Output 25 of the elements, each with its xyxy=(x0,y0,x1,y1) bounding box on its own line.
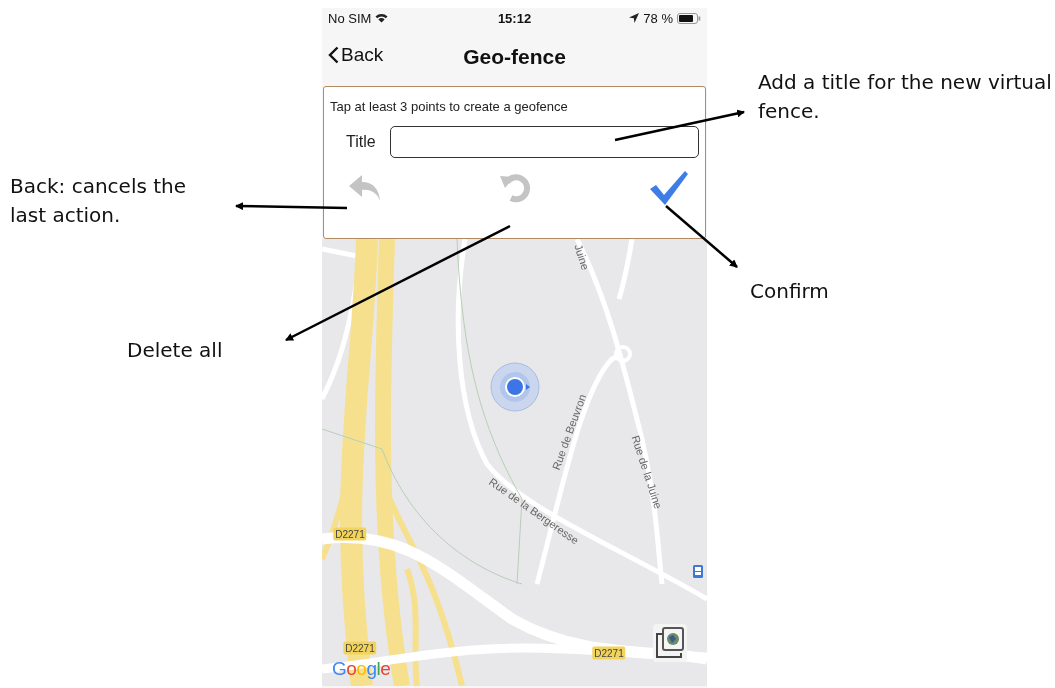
annotation-text: Delete all xyxy=(127,337,223,364)
road-number-label: D2271 xyxy=(592,646,626,660)
annotation-text: Add a title for the new virtual fence. xyxy=(758,69,1053,125)
street-name-label: Juine xyxy=(572,242,592,272)
title-label: Title xyxy=(346,133,376,151)
back-button[interactable]: Back xyxy=(328,44,384,66)
carrier-text: No SIM xyxy=(328,10,372,26)
bus-stop-icon xyxy=(693,565,703,578)
road-number-label: D2271 xyxy=(343,641,377,655)
screen-title: Geo-fence xyxy=(463,45,566,69)
road-number-label: D2271 xyxy=(333,527,367,541)
location-arrow-icon xyxy=(629,13,640,23)
battery-icon xyxy=(677,12,701,24)
clock-text: 15:12 xyxy=(497,10,532,26)
title-input[interactable] xyxy=(389,126,699,158)
annotation-text: Confirm xyxy=(750,278,829,305)
map-layers-button[interactable] xyxy=(653,624,687,662)
annotation-text: Back: cancels the last action. xyxy=(10,173,188,229)
street-name-label: Rue de la Juine xyxy=(629,433,665,511)
battery-text: 78 % xyxy=(643,10,673,26)
current-location-icon xyxy=(490,362,540,412)
chevron-icon xyxy=(328,46,339,64)
instruction-text: Tap at least 3 points to create a geofence xyxy=(330,99,569,114)
wifi-icon xyxy=(375,13,389,23)
checkmark-icon[interactable] xyxy=(649,170,689,206)
